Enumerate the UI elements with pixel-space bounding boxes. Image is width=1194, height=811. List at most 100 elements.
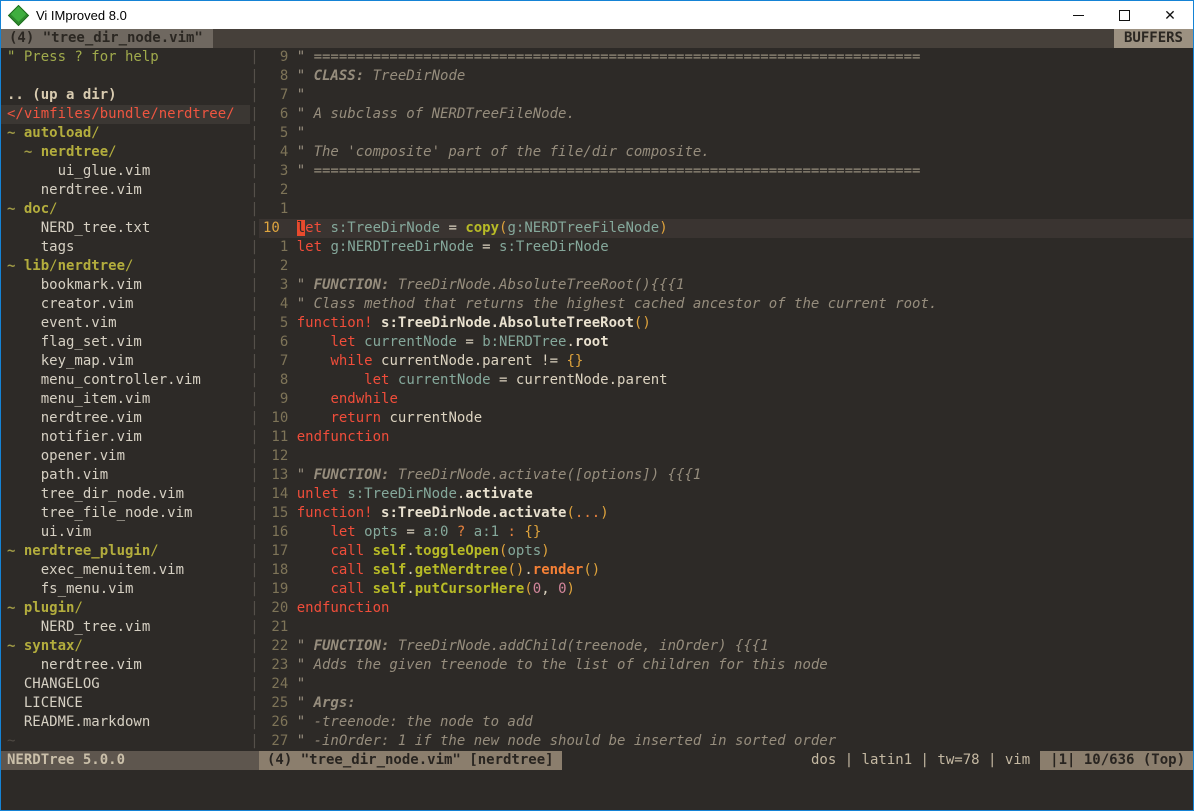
tree-root-row[interactable]: </vimfiles/bundle/nerdtree/ [1, 105, 250, 124]
editor-line[interactable]: 5 function! s:TreeDirNode.AbsoluteTreeRo… [259, 314, 1193, 333]
tree-row[interactable]: opener.vim [1, 447, 250, 466]
command-line[interactable] [1, 770, 1193, 810]
tree-row[interactable]: ~ nerdtree_plugin/ [1, 542, 250, 561]
tree-row[interactable]: LICENCE [1, 694, 250, 713]
tree-row[interactable]: flag_set.vim [1, 333, 250, 352]
token [297, 562, 331, 578]
tree-row[interactable]: ~ nerdtree/ [1, 143, 250, 162]
token: plugin [24, 600, 75, 616]
window-split-separator[interactable]: | | | | | | | | | | | | | | | | | | | | … [250, 48, 259, 751]
tab-tree-dir-node[interactable]: (4) "tree_dir_node.vim" [1, 29, 213, 48]
editor-line[interactable]: 13 " FUNCTION: TreeDirNode.activate([opt… [259, 466, 1193, 485]
token: = [440, 220, 465, 236]
close-button[interactable]: ✕ [1147, 1, 1193, 29]
editor-line[interactable]: 21 [259, 618, 1193, 637]
tree-row[interactable]: nerdtree.vim [1, 181, 250, 200]
token: : [508, 524, 516, 540]
line-number: 20 [263, 600, 297, 616]
editor-line[interactable]: 6 " A subclass of NERDTreeFileNode. [259, 105, 1193, 124]
line-number: 15 [263, 505, 297, 521]
token: ui_glue.vim [7, 163, 150, 179]
editor-line[interactable]: 11 endfunction [259, 428, 1193, 447]
tree-row[interactable]: menu_item.vim [1, 390, 250, 409]
editor-line[interactable]: 19 call self.putCursorHere(0, 0) [259, 580, 1193, 599]
editor-line[interactable]: 8 " CLASS: TreeDirNode [259, 67, 1193, 86]
editor-line[interactable]: 9 endwhile [259, 390, 1193, 409]
tree-row[interactable]: tree_file_node.vim [1, 504, 250, 523]
editor-line[interactable]: 7 " [259, 86, 1193, 105]
editor-line[interactable]: 5 " [259, 124, 1193, 143]
tree-row[interactable]: key_map.vim [1, 352, 250, 371]
tree-row[interactable]: NERD_tree.vim [1, 618, 250, 637]
token [297, 524, 331, 540]
tree-row[interactable]: exec_menuitem.vim [1, 561, 250, 580]
tree-row[interactable]: .. (up a dir) [1, 86, 250, 105]
editor-line[interactable]: 12 [259, 447, 1193, 466]
editor-line[interactable]: 2 [259, 181, 1193, 200]
editor-line[interactable]: 10 return currentNode [259, 409, 1193, 428]
editor-panel[interactable]: 9 " ====================================… [259, 48, 1193, 751]
token: nerdtree [41, 144, 108, 160]
tree-row[interactable]: bookmark.vim [1, 276, 250, 295]
editor-line[interactable]: 1 [259, 200, 1193, 219]
tree-row[interactable]: NERD_tree.txt [1, 219, 250, 238]
tree-row[interactable]: tree_dir_node.vim [1, 485, 250, 504]
tree-row[interactable]: nerdtree.vim [1, 656, 250, 675]
tree-row[interactable]: ~ plugin/ [1, 599, 250, 618]
editor-line[interactable]: 3 " FUNCTION: TreeDirNode.AbsoluteTreeRo… [259, 276, 1193, 295]
token: ~ [7, 258, 24, 274]
nerdtree-panel[interactable]: " Press ? for help .. (up a dir)</vimfile… [1, 48, 250, 751]
token [373, 315, 381, 331]
editor-line[interactable]: 22 " FUNCTION: TreeDirNode.addChild(tree… [259, 637, 1193, 656]
tree-row[interactable]: creator.vim [1, 295, 250, 314]
tree-row[interactable]: ~ [1, 732, 250, 751]
editor-line[interactable]: 16 let opts = a:0 ? a:1 : {} [259, 523, 1193, 542]
editor-line[interactable]: 2 [259, 257, 1193, 276]
editor-line[interactable]: 3 " ====================================… [259, 162, 1193, 181]
tree-row[interactable]: ~ autoload/ [1, 124, 250, 143]
line-number: 3 [263, 163, 297, 179]
editor-line[interactable]: 4 " Class method that returns the highes… [259, 295, 1193, 314]
maximize-button[interactable] [1101, 1, 1147, 29]
editor-line[interactable]: 4 " The 'composite' part of the file/dir… [259, 143, 1193, 162]
editor-line[interactable]: 1 let g:NERDTreeDirNode = s:TreeDirNode [259, 238, 1193, 257]
tree-row[interactable]: fs_menu.vim [1, 580, 250, 599]
tree-row[interactable]: CHANGELOG [1, 675, 250, 694]
tree-row[interactable]: tags [1, 238, 250, 257]
editor-line[interactable]: 26 " -treenode: the node to add [259, 713, 1193, 732]
editor-line[interactable]: 23 " Adds the given treenode to the list… [259, 656, 1193, 675]
editor-line[interactable]: 20 endfunction [259, 599, 1193, 618]
editor-line[interactable]: 6 let currentNode = b:NERDTree.root [259, 333, 1193, 352]
editor-line[interactable]: 27 " -inOrder: 1 if the new node should … [259, 732, 1193, 751]
editor-line[interactable]: 9 " ====================================… [259, 48, 1193, 67]
editor-line[interactable]: 7 while currentNode.parent != {} [259, 352, 1193, 371]
editor-line-current[interactable]: 10 let s:TreeDirNode = copy(g:NERDTreeFi… [259, 219, 1193, 238]
tree-row[interactable]: ui.vim [1, 523, 250, 542]
line-number: 6 [263, 106, 297, 122]
tree-row[interactable] [1, 67, 250, 86]
tree-row[interactable]: " Press ? for help [1, 48, 250, 67]
tree-row[interactable]: ui_glue.vim [1, 162, 250, 181]
editor-line[interactable]: 8 let currentNode = currentNode.parent [259, 371, 1193, 390]
token: {} [566, 353, 583, 369]
editor-line[interactable]: 17 call self.toggleOpen(opts) [259, 542, 1193, 561]
token: let [364, 372, 389, 388]
line-number: 4 [263, 296, 297, 312]
editor-line[interactable]: 15 function! s:TreeDirNode.activate(...) [259, 504, 1193, 523]
tree-row[interactable]: ~ doc/ [1, 200, 250, 219]
tree-row[interactable]: ~ syntax/ [1, 637, 250, 656]
tree-row[interactable]: event.vim [1, 314, 250, 333]
tree-row[interactable]: menu_controller.vim [1, 371, 250, 390]
tree-row[interactable]: notifier.vim [1, 428, 250, 447]
editor-line[interactable]: 25 " Args: [259, 694, 1193, 713]
title-bar: Vi IMproved 8.0 ✕ [1, 1, 1193, 29]
tree-row[interactable]: path.vim [1, 466, 250, 485]
minimize-button[interactable] [1055, 1, 1101, 29]
tree-row[interactable]: nerdtree.vim [1, 409, 250, 428]
tree-row[interactable]: README.markdown [1, 713, 250, 732]
token: fs_menu.vim [7, 581, 133, 597]
tree-row[interactable]: ~ lib/nerdtree/ [1, 257, 250, 276]
editor-line[interactable]: 24 " [259, 675, 1193, 694]
editor-line[interactable]: 14 unlet s:TreeDirNode.activate [259, 485, 1193, 504]
editor-line[interactable]: 18 call self.getNerdtree().render() [259, 561, 1193, 580]
